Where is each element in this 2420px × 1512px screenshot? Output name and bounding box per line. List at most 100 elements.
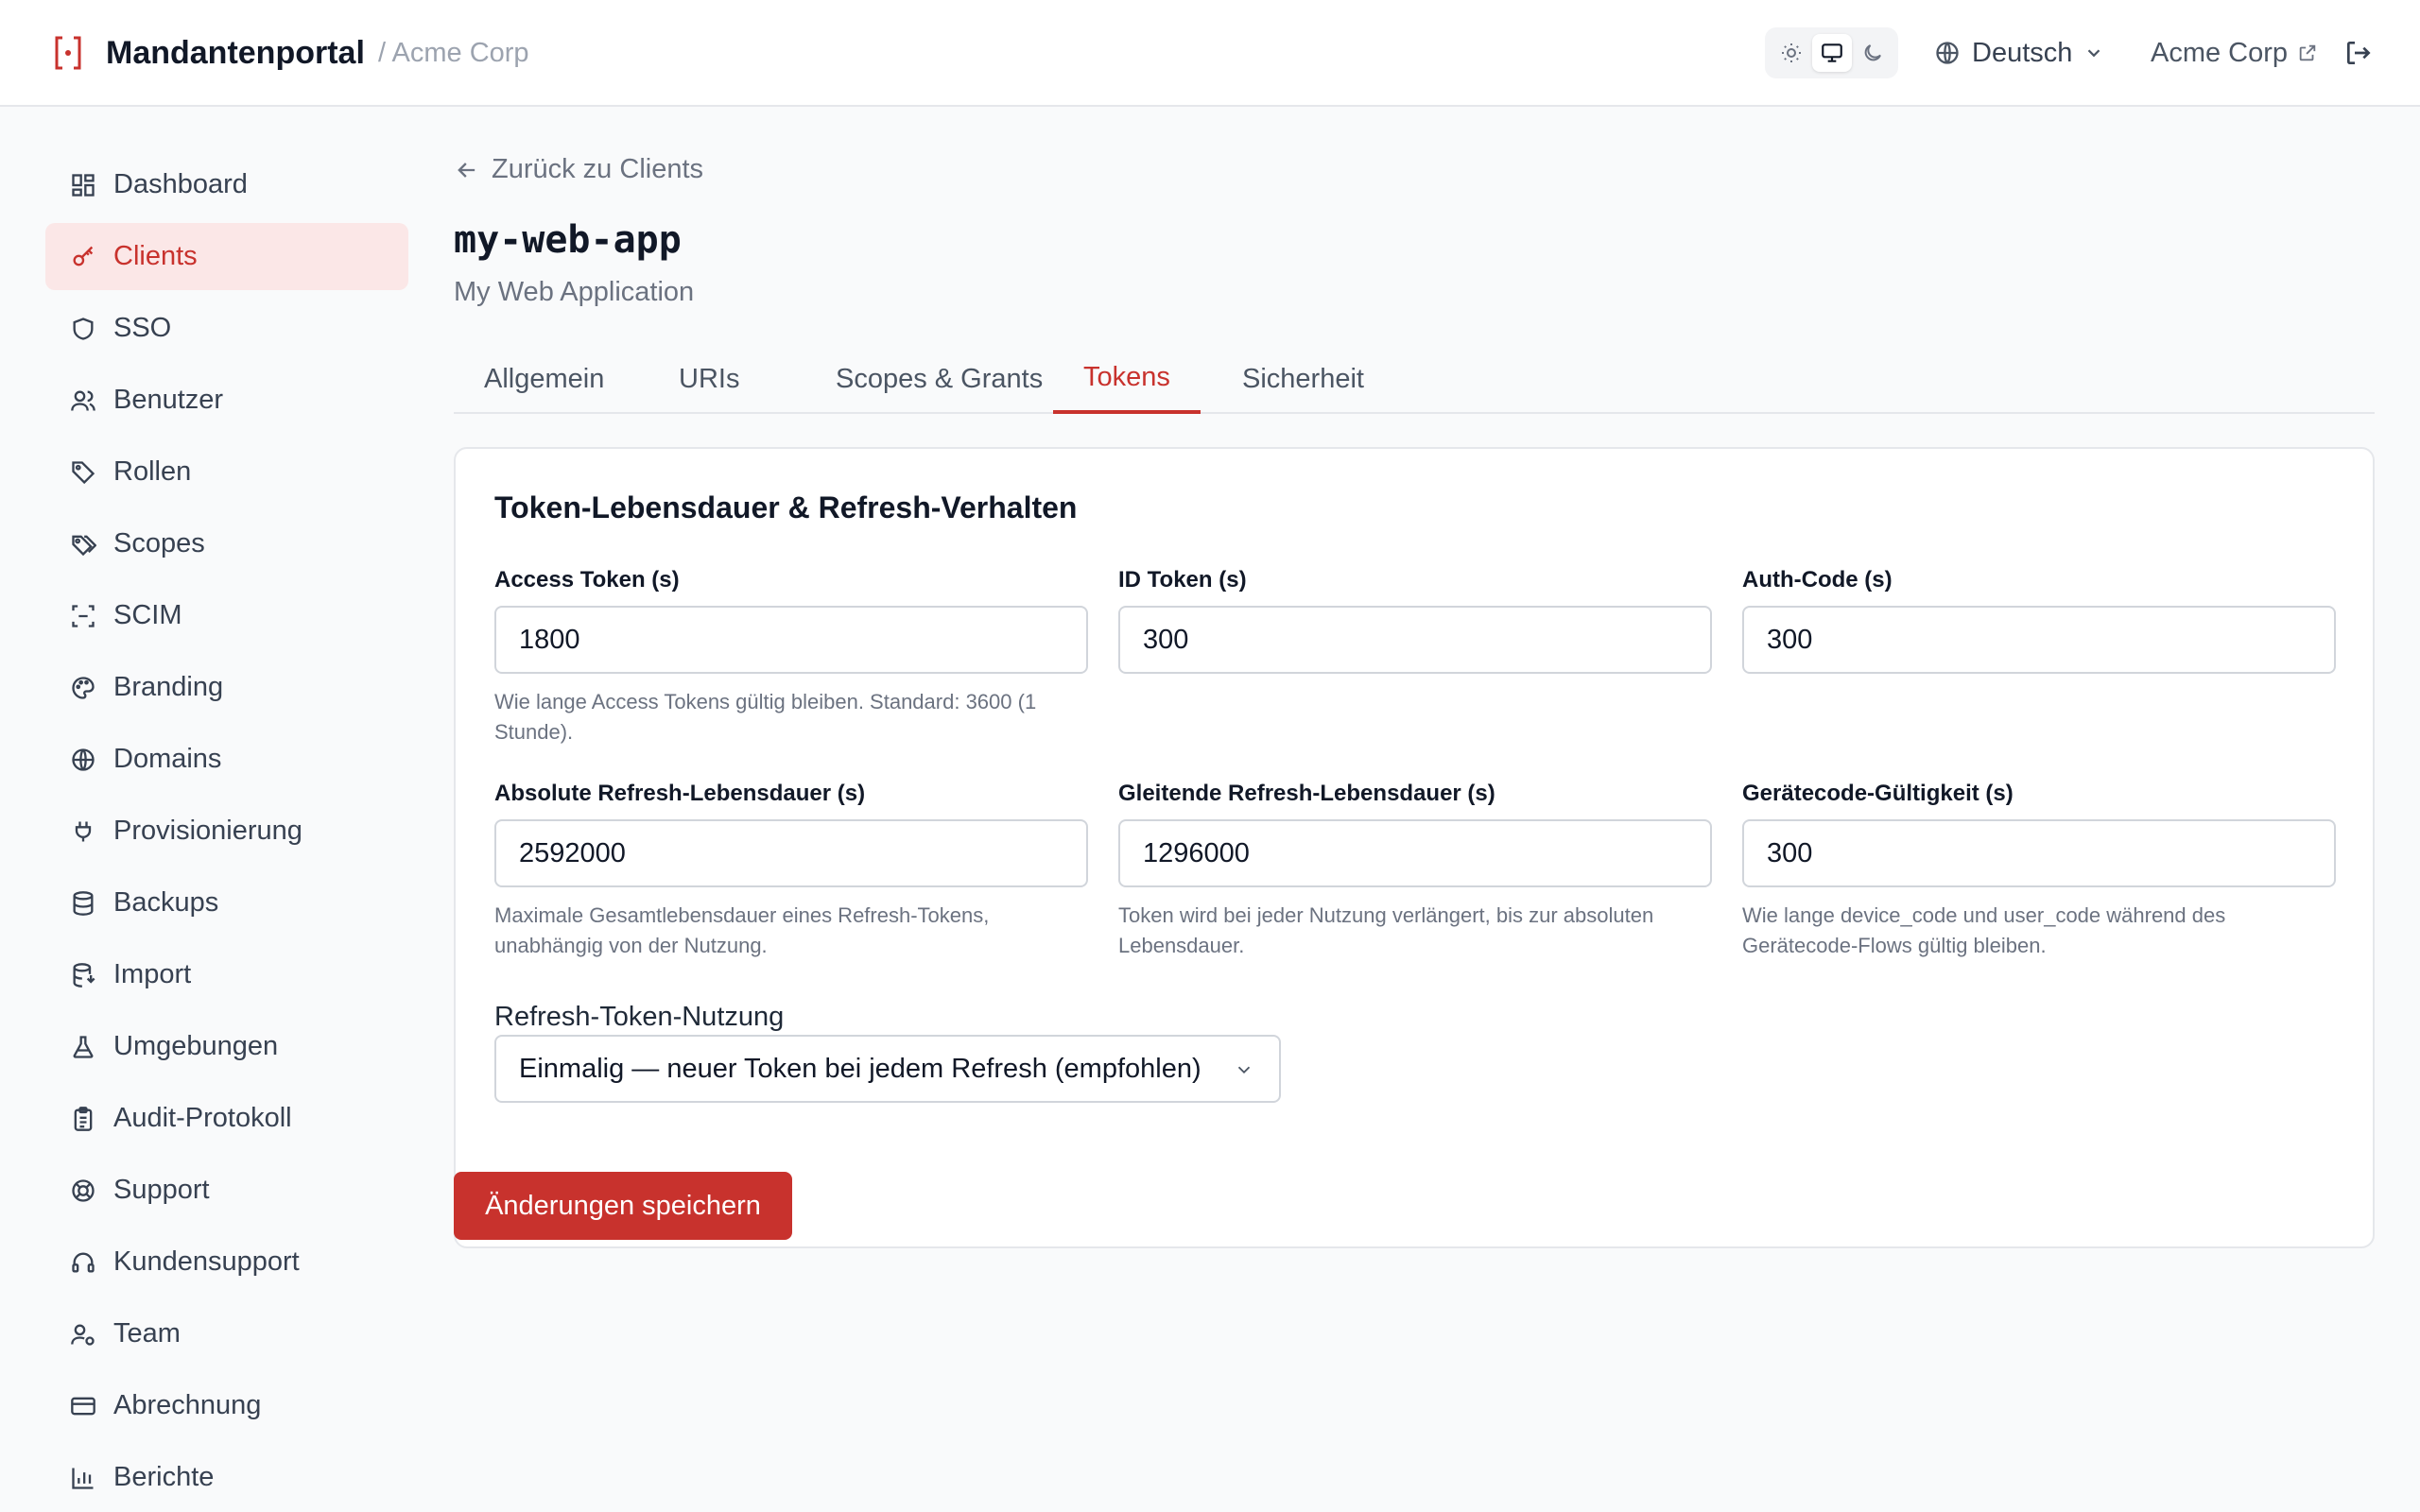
sidebar-item-audit-protokoll[interactable]: Audit-Protokoll — [45, 1085, 408, 1152]
field-label: Auth-Code (s) — [1742, 567, 1893, 593]
sidebar-item-umgebungen[interactable]: Umgebungen — [45, 1013, 408, 1080]
theme-system-button[interactable] — [1812, 34, 1852, 72]
field-label: Gerätecode-Gültigkeit (s) — [1742, 781, 2014, 806]
sidebar-item-dashboard[interactable]: Dashboard — [45, 151, 408, 218]
sidebar-item-scim[interactable]: SCIM — [45, 582, 408, 649]
auth-code-field: Auth-Code (s) — [1742, 565, 2336, 674]
access-token-input[interactable] — [494, 606, 1088, 674]
sidebar-item-label: Domains — [113, 744, 222, 774]
refresh-usage-value: Einmalig — neuer Token bei jedem Refresh… — [519, 1053, 1201, 1084]
tab-allgemein[interactable]: Allgemein — [454, 345, 634, 414]
sidebar-item-scopes[interactable]: Scopes — [45, 510, 408, 577]
sidebar-item-support[interactable]: Support — [45, 1157, 408, 1224]
flask-icon — [68, 1032, 98, 1062]
dashboard-icon — [68, 170, 98, 200]
token-settings-card: Token-Lebensdauer & Refresh-Verhalten Ac… — [454, 447, 2375, 1248]
key-icon — [68, 242, 98, 272]
sidebar-item-branding[interactable]: Branding — [45, 654, 408, 721]
theme-light-button[interactable] — [1772, 34, 1811, 72]
sidebar-item-label: Dashboard — [113, 169, 248, 199]
plug-icon — [68, 816, 98, 847]
tab-tokens[interactable]: Tokens — [1053, 345, 1201, 414]
sidebar-item-rollen[interactable]: Rollen — [45, 438, 408, 506]
card-title: Token-Lebensdauer & Refresh-Verhalten — [494, 490, 1078, 524]
sidebar-item-label: Berichte — [113, 1462, 215, 1492]
field-label: Absolute Refresh-Lebensdauer (s) — [494, 781, 866, 806]
id-token-input[interactable] — [1118, 606, 1712, 674]
tab-sicherheit[interactable]: Sicherheit — [1212, 345, 1394, 414]
tenant-breadcrumb: / Acme Corp — [378, 38, 529, 68]
sidebar-item-domains[interactable]: Domains — [45, 726, 408, 793]
tab-uris[interactable]: URIs — [648, 345, 769, 414]
field-label: ID Token (s) — [1118, 567, 1247, 593]
field-hint: Wie lange device_code und user_code währ… — [1742, 903, 2226, 957]
sidebar-item-label: SSO — [113, 313, 172, 343]
top-bar: Mandantenportal / Acme Corp Deutsch Acme… — [0, 0, 2420, 107]
database-icon — [68, 888, 98, 919]
auth-code-input[interactable] — [1742, 606, 2336, 674]
sidebar-item-label: Scopes — [113, 528, 205, 558]
access-token-field: Access Token (s) Wie lange Access Tokens… — [494, 565, 1088, 747]
moon-icon — [1861, 42, 1884, 64]
arrow-left-icon — [454, 157, 480, 183]
sidebar-item-abrechnung[interactable]: Abrechnung — [45, 1372, 408, 1439]
id-token-field: ID Token (s) — [1118, 565, 1712, 674]
tab-scopes-grants[interactable]: Scopes & Grants — [805, 345, 1073, 414]
back-label: Zurück zu Clients — [492, 154, 704, 184]
sidebar-item-label: Abrechnung — [113, 1390, 262, 1420]
tenant-link[interactable]: Acme Corp — [2151, 32, 2318, 74]
sidebar-item-label: Umgebungen — [113, 1031, 279, 1061]
client-name: My Web Application — [454, 277, 695, 307]
chevron-down-icon — [1234, 1059, 1254, 1080]
theme-dark-button[interactable] — [1853, 34, 1893, 72]
tags-icon — [68, 529, 98, 559]
language-label: Deutsch — [1972, 37, 2073, 68]
globe-icon — [1934, 40, 1961, 66]
device-code-input[interactable] — [1742, 819, 2336, 887]
absolute-refresh-field: Absolute Refresh-Lebensdauer (s) Maximal… — [494, 779, 1088, 961]
sidebar-item-backups[interactable]: Backups — [45, 869, 408, 936]
sidebar-item-import[interactable]: Import — [45, 941, 408, 1008]
sidebar-item-clients[interactable]: Clients — [45, 223, 408, 290]
credit-card-icon — [68, 1391, 98, 1421]
sidebar-item-label: Provisionierung — [113, 816, 302, 846]
app-title[interactable]: Mandantenportal — [106, 32, 365, 74]
tenant-label: Acme Corp — [2151, 37, 2289, 68]
users-icon — [68, 386, 98, 416]
client-tabs: Allgemein URIs Scopes & Grants Tokens Si… — [454, 345, 2375, 414]
sidebar-item-label: Audit-Protokoll — [113, 1103, 292, 1133]
page-title: my-web-app — [454, 218, 682, 262]
headset-icon — [68, 1247, 98, 1278]
sidebar-nav: Dashboard Clients SSO Benutzer Rollen Sc… — [45, 151, 408, 1512]
database-import-icon — [68, 960, 98, 990]
logout-icon[interactable] — [2343, 38, 2374, 68]
sidebar-item-berichte[interactable]: Berichte — [45, 1444, 408, 1511]
language-selector[interactable]: Deutsch — [1934, 32, 2104, 74]
sidebar-item-label: SCIM — [113, 600, 182, 630]
lifebuoy-icon — [68, 1176, 98, 1206]
sidebar-item-kundensupport[interactable]: Kundensupport — [45, 1228, 408, 1296]
clipboard-icon — [68, 1104, 98, 1134]
external-link-icon — [2297, 43, 2318, 63]
sidebar-item-label: Rollen — [113, 456, 192, 487]
monitor-icon — [1820, 41, 1844, 65]
chevron-down-icon — [2083, 43, 2104, 63]
sidebar-item-label: Clients — [113, 241, 198, 271]
scan-icon — [68, 601, 98, 631]
field-hint: Wie lange Access Tokens gültig bleiben. … — [494, 690, 1037, 744]
absolute-refresh-input[interactable] — [494, 819, 1088, 887]
sidebar-item-label: Backups — [113, 887, 219, 918]
field-hint: Token wird bei jeder Nutzung verlängert,… — [1118, 903, 1654, 957]
field-hint: Maximale Gesamtlebensdauer eines Refresh… — [494, 903, 990, 957]
bar-chart-icon — [68, 1463, 98, 1493]
sidebar-item-benutzer[interactable]: Benutzer — [45, 367, 408, 434]
sidebar-item-provisionierung[interactable]: Provisionierung — [45, 798, 408, 865]
back-to-clients-link[interactable]: Zurück zu Clients — [454, 154, 703, 185]
sliding-refresh-input[interactable] — [1118, 819, 1712, 887]
refresh-usage-select[interactable]: Einmalig — neuer Token bei jedem Refresh… — [494, 1035, 1281, 1103]
sidebar-item-label: Kundensupport — [113, 1246, 300, 1277]
sidebar-item-sso[interactable]: SSO — [45, 295, 408, 362]
sliding-refresh-field: Gleitende Refresh-Lebensdauer (s) Token … — [1118, 779, 1712, 961]
sidebar-item-team[interactable]: Team — [45, 1300, 408, 1367]
save-button[interactable]: Änderungen speichern — [454, 1172, 792, 1240]
